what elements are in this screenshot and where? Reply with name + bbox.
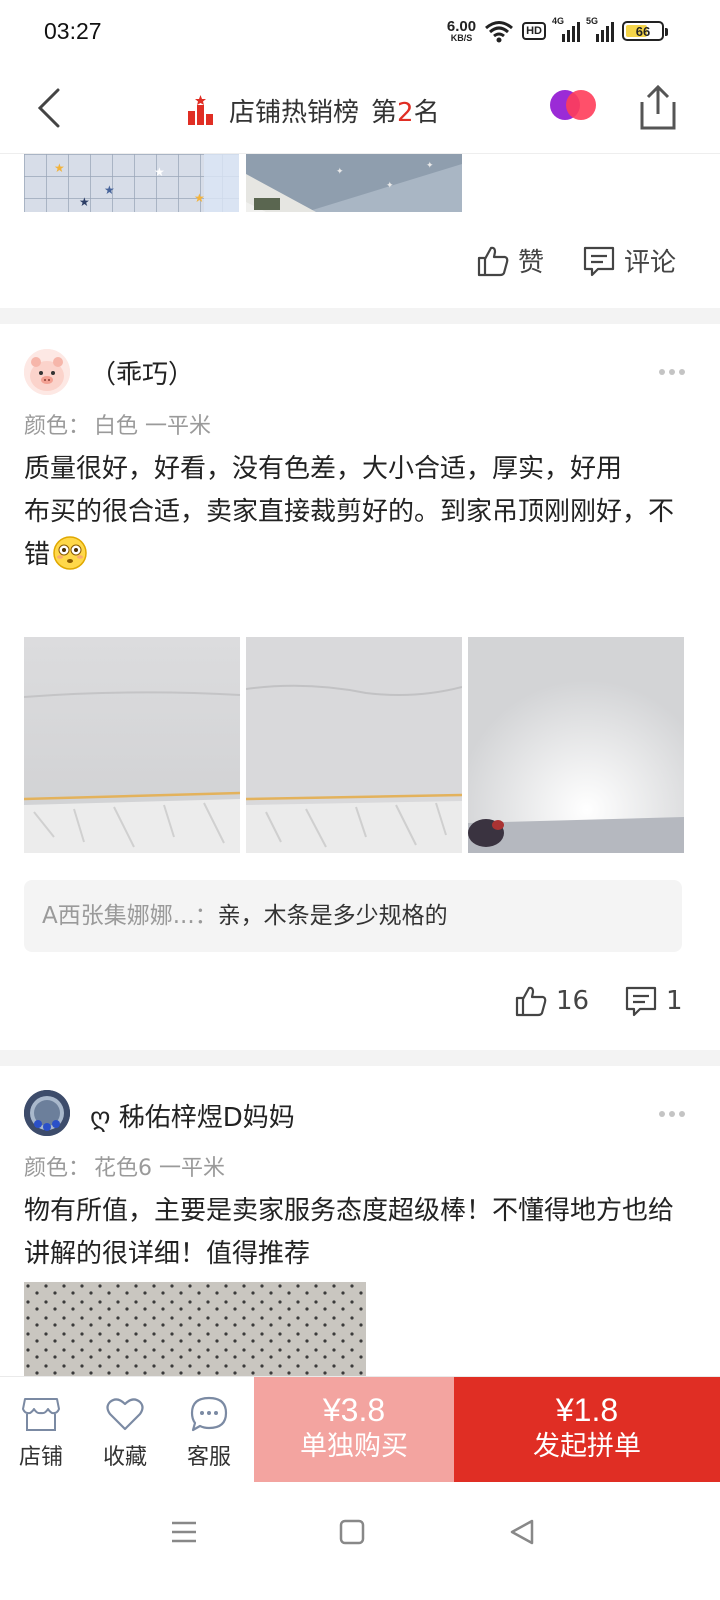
like-action[interactable]: 赞 bbox=[476, 242, 544, 279]
section-divider bbox=[0, 308, 720, 324]
status-bar: 03:27 6.00 KB/S HD 4G 5G 66 bbox=[0, 0, 720, 64]
page-title[interactable]: 店铺热销榜 第2名 bbox=[185, 92, 440, 129]
comment-action[interactable]: 1 bbox=[624, 984, 683, 1018]
battery-icon: 66 bbox=[622, 21, 668, 41]
start-group-buy-button[interactable]: ¥1.8 发起拼单 bbox=[454, 1377, 720, 1483]
ranking-icon bbox=[188, 94, 213, 125]
customer-service-tab[interactable]: 客服 bbox=[174, 1395, 244, 1471]
favorite-tab[interactable]: 收藏 bbox=[90, 1395, 160, 1471]
review-photo[interactable]: ✦ ✦ ✦ bbox=[246, 154, 462, 212]
review-text: 物有所值，主要是卖家服务态度超级棒！不懂得地方也给讲解的很详细！值得推荐 bbox=[24, 1196, 675, 1269]
review-photo[interactable] bbox=[24, 637, 240, 853]
svg-text:★: ★ bbox=[154, 165, 165, 179]
reviewer-name[interactable]: （乖巧） bbox=[90, 354, 194, 391]
svg-text:✦: ✦ bbox=[336, 167, 344, 177]
like-count: 16 bbox=[556, 986, 590, 1016]
hd-voice-badge: HD bbox=[522, 22, 546, 40]
bottom-action-bar: 店铺 收藏 客服 ¥3.8 单独购买 ¥1.8 发起拼单 bbox=[0, 1376, 720, 1483]
merchant-reply[interactable]: A西张集娜娜...：亲，木条是多少规格的 bbox=[24, 880, 682, 952]
comment-action[interactable]: 评论 bbox=[582, 242, 676, 279]
svg-text:★: ★ bbox=[104, 183, 115, 197]
flushed-emoji-icon bbox=[53, 536, 87, 570]
review-text: 质量很好，好看，没有色差，大小合适，厚实，好用 布买的很合适，卖家直接裁剪好的。… bbox=[24, 448, 694, 577]
status-icons: 6.00 KB/S HD 4G 5G 66 bbox=[446, 16, 668, 46]
reviewer-name[interactable]: ღ 秭佑梓煜D妈妈 bbox=[90, 1097, 295, 1134]
favorite-tab-label: 收藏 bbox=[102, 1445, 147, 1470]
store-icon bbox=[22, 1398, 60, 1431]
brand-logo-icon[interactable] bbox=[548, 88, 598, 122]
svg-text:★: ★ bbox=[54, 161, 65, 175]
review-photo[interactable]: ★ ★ ★ ★ ★ bbox=[24, 154, 239, 212]
back-button[interactable] bbox=[28, 84, 76, 132]
review-list: ★ ★ ★ ★ ★ ✦ ✦ ✦ 赞 评论 （乖巧） 颜色： 白色 一平米 质量很… bbox=[0, 154, 720, 1376]
ranking-position: 第2名 bbox=[371, 98, 440, 128]
comment-count: 1 bbox=[666, 986, 683, 1016]
comment-label: 评论 bbox=[624, 248, 677, 278]
single-price: ¥3.8 bbox=[322, 1392, 386, 1428]
status-time: 03:27 bbox=[44, 18, 102, 44]
back-triangle-icon[interactable] bbox=[502, 1512, 542, 1552]
store-tab-label: 店铺 bbox=[18, 1445, 63, 1470]
buy-alone-button[interactable]: ¥3.8 单独购买 bbox=[254, 1377, 454, 1483]
svg-text:✦: ✦ bbox=[386, 181, 394, 191]
product-spec: 颜色： 白色 一平米 bbox=[24, 414, 212, 439]
more-options-icon[interactable] bbox=[658, 368, 686, 376]
review-text-line: 质量很好，好看，没有色差，大小合适，厚实，好用 bbox=[24, 454, 623, 484]
heart-icon bbox=[106, 1398, 144, 1431]
chat-icon bbox=[190, 1396, 228, 1432]
reply-text: 亲，木条是多少规格的 bbox=[217, 903, 448, 929]
network-speed: 6.00 KB/S bbox=[446, 18, 477, 43]
review-photo[interactable] bbox=[246, 637, 462, 853]
top-nav-bar: 店铺热销榜 第2名 bbox=[0, 64, 720, 154]
like-action[interactable]: 16 bbox=[514, 984, 589, 1018]
comment-icon bbox=[583, 246, 615, 276]
home-icon[interactable] bbox=[332, 1512, 372, 1552]
svg-text:✦: ✦ bbox=[426, 161, 434, 171]
wifi-icon bbox=[485, 21, 514, 43]
signal-4g-icon: 4G bbox=[552, 16, 580, 42]
section-divider bbox=[0, 1050, 720, 1066]
single-buy-label: 单独购买 bbox=[300, 1431, 408, 1462]
avatar[interactable] bbox=[24, 349, 70, 395]
svg-text:★: ★ bbox=[79, 195, 90, 209]
customer-service-tab-label: 客服 bbox=[186, 1445, 231, 1470]
avatar[interactable] bbox=[24, 1090, 70, 1136]
ranking-title: 店铺热销榜 bbox=[229, 98, 360, 128]
svg-text:★: ★ bbox=[194, 191, 205, 205]
review-photo[interactable] bbox=[24, 1282, 366, 1376]
review-text-line: 布买的很合适，卖家直接裁剪好的。到家吊顶刚刚好，不错 bbox=[24, 497, 675, 570]
store-tab[interactable]: 店铺 bbox=[6, 1395, 76, 1471]
signal-5g-icon: 5G bbox=[586, 16, 614, 42]
thumbs-up-icon bbox=[477, 246, 509, 276]
menu-icon[interactable] bbox=[164, 1512, 204, 1552]
share-button[interactable] bbox=[636, 84, 680, 132]
system-navigation-bar bbox=[0, 1482, 720, 1600]
like-label: 赞 bbox=[518, 248, 545, 278]
group-buy-label: 发起拼单 bbox=[533, 1431, 641, 1462]
thumbs-up-icon bbox=[515, 986, 547, 1017]
comment-icon bbox=[625, 986, 657, 1017]
more-options-icon[interactable] bbox=[658, 1110, 686, 1118]
review-photo[interactable] bbox=[468, 637, 684, 853]
reply-author: A西张集娜娜...： bbox=[42, 903, 218, 929]
group-price: ¥1.8 bbox=[555, 1392, 619, 1428]
product-spec: 颜色： 花色6 一平米 bbox=[24, 1156, 226, 1181]
